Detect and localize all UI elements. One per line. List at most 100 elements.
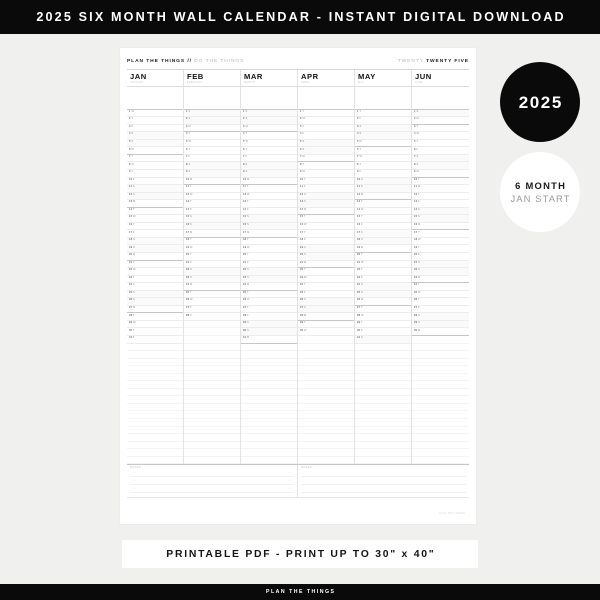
day-row: 4 T <box>241 132 297 140</box>
day-row-empty <box>412 388 469 397</box>
day-label: 25 F <box>300 290 306 294</box>
day-label: 20 T <box>243 253 249 257</box>
day-row-empty <box>298 381 354 389</box>
day-label: 10 F <box>129 177 135 181</box>
day-row-empty <box>412 358 469 367</box>
day-row: 19 W <box>241 245 297 253</box>
year-badge-text: 2025 <box>518 92 563 112</box>
day-row-empty <box>355 441 411 450</box>
day-row-empty <box>412 351 469 359</box>
day-label: 3 T <box>414 124 419 128</box>
notes-rule <box>130 484 294 486</box>
calendar-notes-strip: NOTES NOTES <box>127 464 469 499</box>
day-row: 12 S <box>127 192 183 201</box>
day-label: 30 F <box>357 328 363 332</box>
day-label: 1 T <box>300 109 305 113</box>
day-row: 15 W <box>127 215 183 223</box>
day-label: 9 S <box>186 170 191 174</box>
month-column-may: MAY MAY 1 T2 F3 S4 S5 M6 T7 W8 T9 F 10 S 11 … <box>355 70 412 465</box>
day-label: 22 S <box>186 268 192 272</box>
day-label: 27 T <box>243 306 249 309</box>
day-row: 24 S <box>355 283 411 291</box>
day-row: 16 T <box>127 223 183 231</box>
day-row: 4 F <box>298 132 354 140</box>
day-label: 22 S <box>243 268 249 272</box>
day-label: 24 S <box>357 283 363 287</box>
day-row: 10 T <box>298 178 354 186</box>
day-label: 15 W <box>129 215 136 219</box>
day-label: 14 F <box>243 207 249 211</box>
year-light-text: TWENTY <box>397 59 424 65</box>
day-row-empty <box>355 388 411 397</box>
day-row-empty <box>184 358 240 367</box>
day-row-empty <box>241 381 297 389</box>
day-row: 22 T <box>355 268 411 276</box>
day-label: 9 S <box>243 170 248 174</box>
top-banner: 2025 SIX MONTH WALL CALENDAR - INSTANT D… <box>0 0 600 34</box>
day-row: 5 W <box>184 140 240 148</box>
day-label: 16 M <box>414 222 421 226</box>
day-label: 22 W <box>129 268 136 272</box>
day-label: 10 T <box>300 177 306 181</box>
day-row: 6 M <box>127 147 183 155</box>
day-label: 2 W <box>300 117 306 121</box>
day-row-empty <box>412 403 469 412</box>
day-row: 25 S <box>355 290 411 299</box>
day-row: 9 S <box>241 169 297 178</box>
day-row: 27 M <box>127 306 183 314</box>
day-row-empty <box>298 373 354 382</box>
day-label: 6 T <box>186 147 191 151</box>
day-label: 28 M <box>300 313 307 317</box>
day-row-empty <box>355 449 411 457</box>
day-row: 28 M <box>298 313 354 321</box>
day-row-empty <box>241 343 297 352</box>
month-label: JAN <box>130 71 147 81</box>
day-row: 13 T <box>241 200 297 208</box>
day-label: 16 F <box>357 222 363 226</box>
day-row: 11 F <box>298 185 354 193</box>
day-row: 12 M <box>355 193 411 201</box>
day-label: 12 W <box>243 192 250 196</box>
day-label: 15 S <box>414 215 420 219</box>
day-label: 29 S <box>414 321 420 325</box>
day-label: 6 M <box>129 147 134 151</box>
day-label: 29 W <box>129 321 136 325</box>
day-row-empty <box>298 441 354 450</box>
day-row-empty <box>241 426 297 435</box>
month-day-list: 1 T 2 F 3 S 4 S 5 M 6 T 7 W 8 T 9 F 10 S 11 S 12 M 1… <box>355 110 411 465</box>
day-label: 3 S <box>357 124 362 128</box>
day-row: 7 F <box>184 155 240 163</box>
day-row: 16 M <box>412 223 469 231</box>
day-row: 10 M <box>184 178 240 186</box>
day-label: 4 T <box>186 132 191 136</box>
year-badge: 2025 <box>500 62 580 142</box>
day-row: 29 T <box>355 321 411 329</box>
day-row-empty <box>127 388 183 397</box>
day-label: 26 S <box>300 298 306 302</box>
sheet-credit: PLAN THE THINGS <box>439 511 465 515</box>
day-row-empty <box>412 441 469 450</box>
notes-rule <box>130 476 294 478</box>
day-row-empty <box>412 434 469 442</box>
day-row-empty <box>241 366 297 374</box>
day-row: 31 S <box>355 336 411 344</box>
day-label: 7 W <box>357 155 363 159</box>
day-row: 15 T <box>355 215 411 223</box>
day-label: 19 S <box>300 245 306 249</box>
day-label: 17 M <box>186 230 193 234</box>
day-label: 12 M <box>357 192 364 196</box>
day-row: 13 M <box>127 200 183 208</box>
day-row: 4 W <box>412 132 469 140</box>
day-row-empty <box>241 373 297 382</box>
month-notes-box <box>241 85 297 110</box>
day-row: 30 F <box>355 328 411 336</box>
day-row: 18 T <box>241 238 297 246</box>
day-label: 31 F <box>129 336 135 340</box>
day-label: 14 F <box>186 207 192 211</box>
day-row: 23 M <box>412 276 469 284</box>
day-row: 8 T <box>298 162 354 170</box>
day-label: 20 F <box>414 253 420 257</box>
day-row-empty <box>355 381 411 389</box>
day-row-empty <box>355 358 411 367</box>
day-row: 12 W <box>184 193 240 201</box>
